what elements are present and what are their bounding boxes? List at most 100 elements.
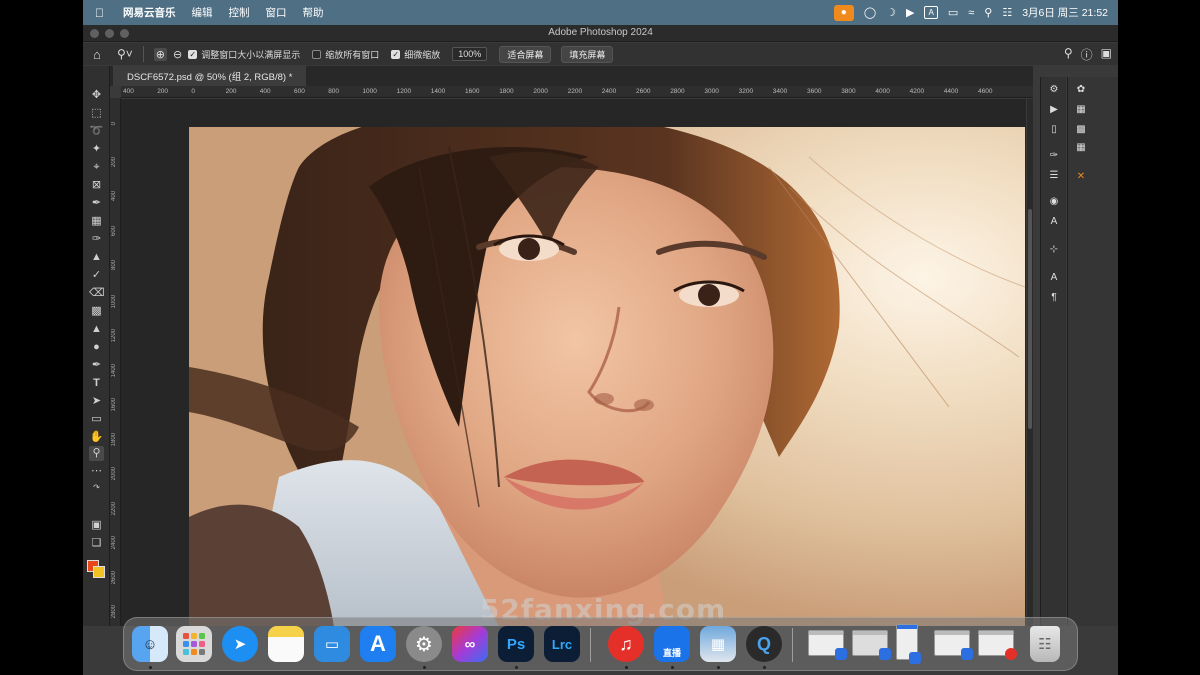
clone-source-icon[interactable]: ◉ <box>1047 195 1061 209</box>
lightroom-classic-icon[interactable]: Lrc <box>544 626 580 662</box>
battery-icon[interactable]: ▭ <box>948 6 958 19</box>
marquee-tool-icon[interactable]: ⬚ <box>89 106 104 121</box>
menu-control[interactable]: 控制 <box>229 5 250 20</box>
resize-windows-checkbox[interactable]: ✓ 调整窗口大小以满屏显示 <box>188 48 300 61</box>
menu-datetime[interactable]: 3月6日 周三 21:52 <box>1022 5 1108 20</box>
menu-help[interactable]: 帮助 <box>303 5 324 20</box>
zoom-tool-icon[interactable]: ⚲˅ <box>117 47 133 61</box>
background-color-swatch[interactable] <box>93 566 105 578</box>
minimized-window-thumbnail[interactable] <box>808 630 847 660</box>
vertical-scrollbar[interactable] <box>1027 99 1033 626</box>
safari-icon[interactable]: ➤ <box>222 626 258 662</box>
brush-tool-icon[interactable]: ✑ <box>89 232 104 247</box>
character-styles-icon[interactable]: A <box>1047 215 1061 229</box>
menu-app-name[interactable]: 网易云音乐 <box>123 5 176 20</box>
minimized-window-thumbnail[interactable] <box>934 630 973 660</box>
type-tool-icon[interactable]: T <box>89 376 104 391</box>
history-panel-icon[interactable]: ⚙ <box>1047 83 1061 97</box>
screen:  网易云音乐 编辑 控制 窗口 帮助 ● ◯ ☽ ▶ A ▭ ≈ ⚲ ☷ 3月… <box>83 0 1118 675</box>
trash-icon[interactable]: ☷ <box>1030 626 1060 662</box>
finder-icon[interactable]: ☺ <box>132 626 168 662</box>
search-icon[interactable]: ⚲ <box>1064 46 1073 63</box>
lasso-tool-icon[interactable]: ➰ <box>89 124 104 139</box>
input-method-icon[interactable]: A <box>924 6 938 19</box>
quick-mask-icon[interactable]: ▣ <box>89 518 104 533</box>
ruler-tick-label: 2200 <box>111 501 117 515</box>
eraser-tool-icon[interactable]: ⌫ <box>89 286 105 301</box>
healing-brush-tool-icon[interactable]: ▦ <box>89 214 104 229</box>
canvas-workspace[interactable] <box>121 99 1026 626</box>
workspace-icon[interactable]: ▣ <box>1101 46 1112 63</box>
apple-icon[interactable]:  <box>95 6 109 20</box>
adjustments-icon[interactable]: ☰ <box>1047 169 1061 183</box>
gradients-panel-icon[interactable]: ▩ <box>1074 123 1088 137</box>
minimized-window-thumbnail[interactable] <box>978 630 1017 660</box>
zoom-100-button[interactable]: 100% <box>452 47 488 61</box>
menu-edit[interactable]: 编辑 <box>192 5 213 20</box>
fit-screen-button[interactable]: 适合屏幕 <box>499 45 552 63</box>
quicktime-icon[interactable]: Q <box>746 626 782 662</box>
launchpad-icon[interactable] <box>176 626 212 662</box>
help-icon[interactable]: ⓘ <box>1081 46 1093 63</box>
clone-stamp-tool-icon[interactable]: ▲ <box>89 250 104 265</box>
move-tool-icon[interactable]: ✥ <box>89 88 104 103</box>
control-center-icon[interactable]: ☷ <box>1002 6 1012 19</box>
brush-settings-icon[interactable]: ✑ <box>1047 149 1061 163</box>
tool-presets-icon[interactable]: ✕ <box>1074 170 1088 184</box>
photoshop-icon[interactable]: Ps <box>498 626 534 662</box>
zoom-all-windows-checkbox[interactable]: 缩放所有窗口 <box>312 48 379 61</box>
app-store-icon[interactable]: A <box>360 626 396 662</box>
ruler-tick-label: 600 <box>111 225 117 236</box>
gradient-tool-icon[interactable]: ▩ <box>89 304 104 319</box>
screen-mode-icon[interactable]: ❏ <box>89 536 104 551</box>
preview-icon[interactable]: ▦ <box>700 626 736 662</box>
frame-tool-icon[interactable]: ⊠ <box>89 178 104 193</box>
live-app-icon[interactable]: 直播 <box>654 626 690 662</box>
crop-tool-icon[interactable]: ⌖ <box>89 160 104 175</box>
minimized-window-thumbnail[interactable] <box>896 624 921 664</box>
app-badge-icon <box>879 648 891 660</box>
creative-cloud-icon[interactable]: ∞ <box>452 626 488 662</box>
more-tools-icon[interactable]: ⋯ <box>89 464 104 479</box>
portrait-photo[interactable] <box>189 127 1025 626</box>
search-icon[interactable]: ⚲ <box>984 6 992 19</box>
keynote-icon[interactable]: ▭ <box>314 626 350 662</box>
menu-window[interactable]: 窗口 <box>266 5 287 20</box>
swap-colors-icon[interactable]: ↷ <box>89 480 104 495</box>
character-panel-icon[interactable]: A <box>1047 271 1061 285</box>
scrollbar-thumb[interactable] <box>1028 209 1032 429</box>
zoom-tool-active-icon[interactable]: ⚲ <box>89 446 104 461</box>
wifi-icon[interactable]: ≈ <box>968 7 974 19</box>
scrubby-zoom-checkbox[interactable]: ✓ 细微缩放 <box>391 48 440 61</box>
document-tab[interactable]: DSCF6572.psd @ 50% (组 2, RGB/8) * <box>113 66 307 86</box>
swatches-panel-icon[interactable]: ▦ <box>1074 103 1088 117</box>
history-brush-tool-icon[interactable]: ✓ <box>89 268 104 283</box>
notes-icon[interactable] <box>268 626 304 662</box>
creative-cloud-status-icon[interactable]: ◯ <box>864 6 876 19</box>
netease-music-icon[interactable]: ♫ <box>608 626 644 662</box>
path-selection-tool-icon[interactable]: ➤ <box>89 394 104 409</box>
paragraph-panel-icon[interactable]: ¶ <box>1047 291 1061 305</box>
color-panel-icon[interactable]: ✿ <box>1074 83 1088 97</box>
home-icon[interactable]: ⌂ <box>93 47 111 62</box>
comments-panel-icon[interactable]: ▯ <box>1047 123 1061 137</box>
rectangle-tool-icon[interactable]: ▭ <box>89 412 104 427</box>
paths-panel-icon[interactable]: ⊹ <box>1047 243 1061 257</box>
focus-moon-icon[interactable]: ☽ <box>886 6 896 19</box>
pen-tool-icon[interactable]: ✒ <box>89 358 104 373</box>
minimized-window-thumbnail[interactable] <box>852 630 891 660</box>
dodge-tool-icon[interactable]: ● <box>89 340 104 355</box>
running-indicator <box>625 666 628 669</box>
magic-wand-tool-icon[interactable]: ✦ <box>89 142 104 157</box>
zoom-out-icon[interactable]: ⊖ <box>173 48 182 61</box>
actions-panel-icon[interactable]: ▶ <box>1047 103 1061 117</box>
eyedropper-tool-icon[interactable]: ✒ <box>89 196 104 211</box>
system-settings-icon[interactable]: ⚙ <box>406 626 442 662</box>
patterns-panel-icon[interactable]: ▦ <box>1074 141 1088 155</box>
blur-tool-icon[interactable]: ▲ <box>89 322 104 337</box>
zoom-in-icon[interactable]: ⊕ <box>153 47 168 61</box>
fill-screen-button[interactable]: 填充屏幕 <box>561 45 614 63</box>
play-circle-icon[interactable]: ▶ <box>906 6 914 19</box>
microphone-icon[interactable]: ● <box>833 4 854 21</box>
hand-tool-icon[interactable]: ✋ <box>89 430 104 445</box>
